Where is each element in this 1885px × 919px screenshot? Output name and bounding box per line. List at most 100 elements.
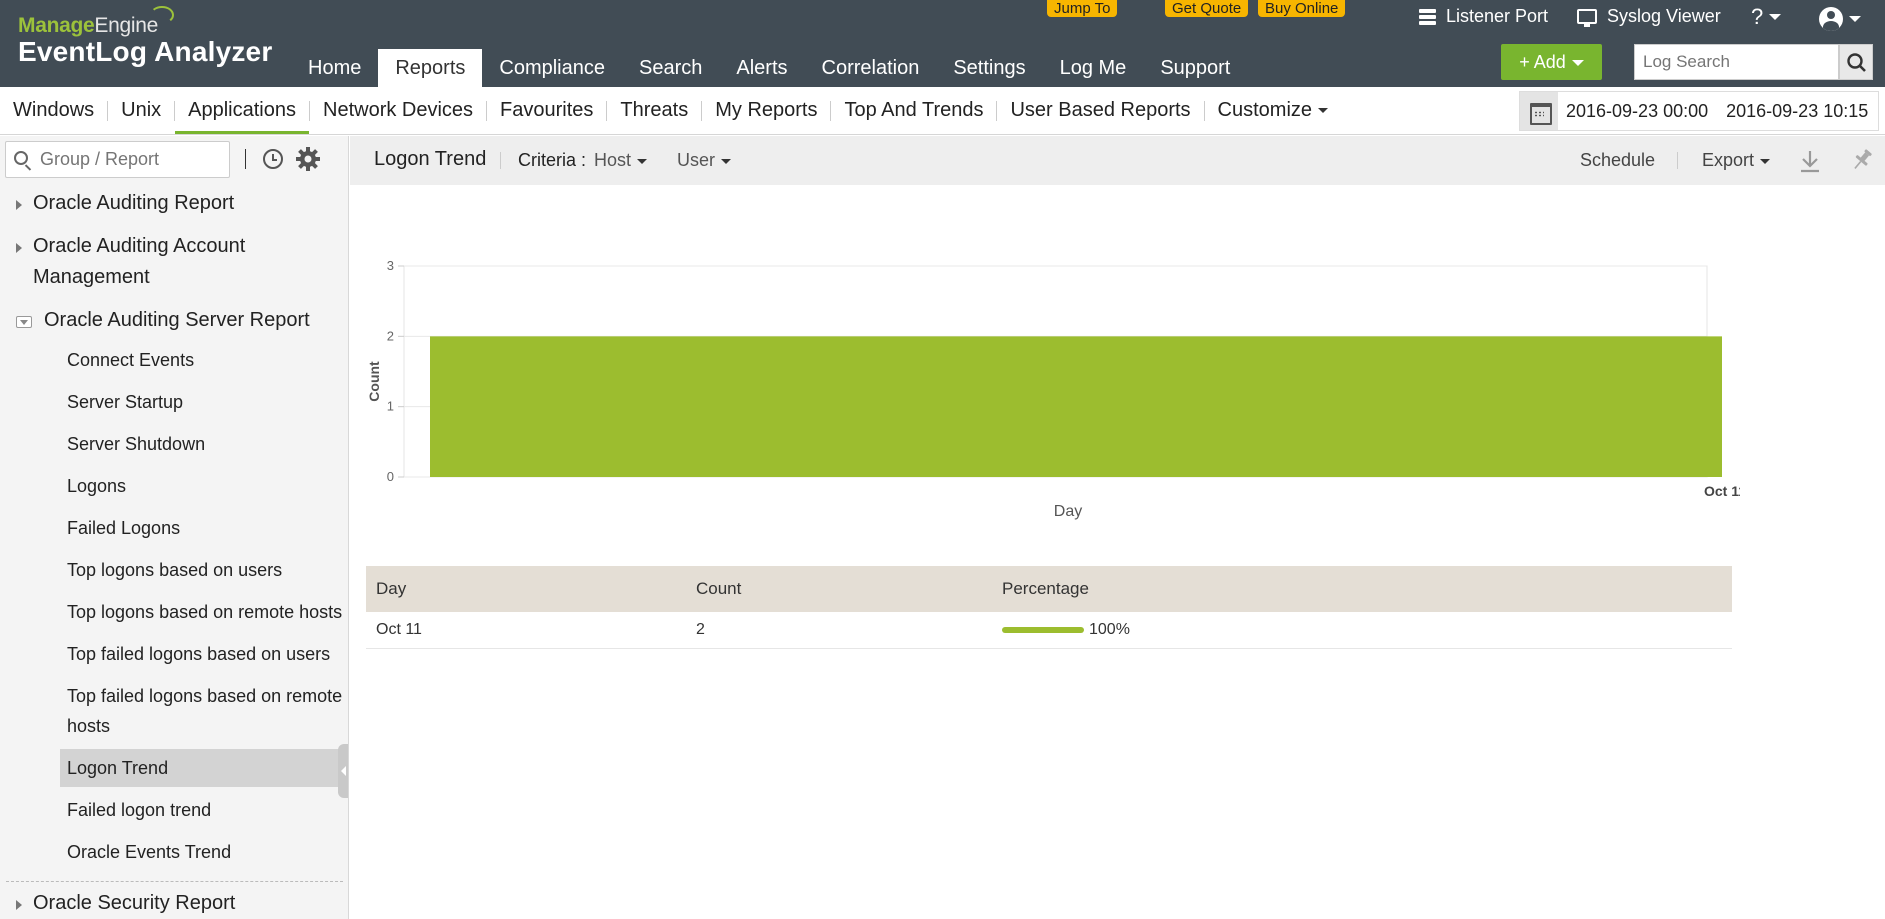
brand-name: ManageEngine	[18, 6, 272, 38]
expand-icon	[16, 200, 22, 210]
collapse-icon	[16, 316, 32, 328]
chevron-down-icon	[637, 158, 648, 164]
syslog-viewer-link[interactable]: Syslog Viewer	[1577, 6, 1721, 27]
divider	[245, 149, 246, 169]
x-axis-title: Day	[1054, 503, 1082, 520]
tree-item-oracle-events-trend[interactable]: Oracle Events Trend	[0, 837, 348, 867]
x-tick-label: Oct 11	[1704, 483, 1740, 499]
pin-icon[interactable]	[1850, 147, 1874, 173]
tree-item-top-failed-logons-remote-hosts[interactable]: Top failed logons based on remote hosts	[0, 681, 348, 741]
tab-my-reports[interactable]: My Reports	[702, 87, 830, 134]
schedule-button[interactable]: Schedule	[1580, 150, 1655, 171]
group-report-search-input[interactable]	[40, 142, 225, 177]
column-header-day[interactable]: Day	[366, 566, 686, 612]
tree-item-server-startup[interactable]: Server Startup	[0, 387, 348, 417]
tree-item-top-logons-remote-hosts[interactable]: Top logons based on remote hosts	[0, 597, 348, 627]
tab-customize[interactable]: Customize	[1205, 87, 1341, 134]
group-report-search[interactable]	[5, 141, 230, 178]
listener-port-link[interactable]: Listener Port	[1419, 6, 1548, 27]
divider	[1677, 152, 1678, 169]
nav-support[interactable]: Support	[1143, 49, 1247, 87]
nav-search[interactable]: Search	[622, 49, 719, 87]
add-button[interactable]: + Add	[1501, 44, 1602, 80]
sidebar-collapse-handle[interactable]	[338, 744, 348, 798]
nav-log-me[interactable]: Log Me	[1043, 49, 1144, 87]
tree-item-top-failed-logons-users[interactable]: Top failed logons based on users	[0, 639, 348, 669]
tab-favourites[interactable]: Favourites	[487, 87, 606, 134]
cell-day[interactable]: Oct 11	[366, 612, 686, 649]
jump-to-button[interactable]: Jump To	[1047, 0, 1118, 17]
search-icon	[14, 151, 28, 165]
tab-top-and-trends[interactable]: Top And Trends	[831, 87, 996, 134]
report-content: Logon Trend Criteria : Host User Schedul…	[350, 136, 1885, 919]
tree-group-oracle-auditing-server-report[interactable]: Oracle Auditing Server Report	[0, 305, 348, 336]
report-tree: Oracle Auditing Report Oracle Auditing A…	[0, 188, 348, 919]
table-row[interactable]: Oct 11 2 100%	[366, 612, 1732, 649]
nav-alerts[interactable]: Alerts	[719, 49, 804, 87]
tab-threats[interactable]: Threats	[607, 87, 701, 134]
nav-reports[interactable]: Reports	[378, 49, 483, 87]
nav-compliance[interactable]: Compliance	[482, 49, 622, 87]
product-name: EventLog Analyzer	[18, 36, 273, 67]
category-tabs-bar: Windows Unix Applications Network Device…	[0, 87, 1885, 135]
criteria-selector: Criteria : Host User	[518, 150, 732, 171]
chevron-down-icon	[1769, 14, 1782, 20]
clock-icon[interactable]	[263, 149, 283, 169]
table-header-row: Day Count Percentage	[366, 566, 1732, 612]
nav-home[interactable]: Home	[291, 49, 378, 87]
server-icon	[1419, 8, 1436, 25]
top-header: ManageEngine EventLog Analyzer Jump To G…	[0, 0, 1885, 87]
tab-network-devices[interactable]: Network Devices	[310, 87, 486, 134]
tree-item-logons[interactable]: Logons	[0, 471, 348, 501]
user-menu[interactable]	[1819, 7, 1861, 31]
log-search-input[interactable]	[1634, 44, 1839, 80]
chevron-down-icon	[1760, 158, 1771, 164]
report-tree-sidebar: Oracle Auditing Report Oracle Auditing A…	[0, 136, 349, 919]
date-from: 2016-09-23 00:00	[1566, 100, 1709, 121]
y-tick-label: 3	[387, 258, 394, 273]
tree-group-oracle-security-report[interactable]: Oracle Security Report	[0, 888, 348, 919]
log-search-button[interactable]	[1839, 44, 1873, 80]
gear-icon[interactable]	[296, 147, 320, 171]
get-quote-button[interactable]: Get Quote	[1165, 0, 1249, 17]
chevron-down-icon	[1318, 108, 1329, 114]
criteria-host-dropdown[interactable]: Host	[594, 150, 648, 171]
column-header-percentage[interactable]: Percentage	[992, 566, 1732, 612]
product-logo[interactable]: ManageEngine EventLog Analyzer	[18, 6, 273, 68]
tree-item-top-logons-users[interactable]: Top logons based on users	[0, 555, 348, 585]
tab-unix[interactable]: Unix	[108, 87, 174, 134]
calendar-icon[interactable]	[1520, 92, 1558, 130]
tree-item-server-shutdown[interactable]: Server Shutdown	[0, 429, 348, 459]
tree-group-oracle-auditing-account-management[interactable]: Oracle Auditing Account Management	[0, 231, 348, 293]
y-tick-label: 0	[387, 469, 394, 484]
buy-online-button[interactable]: Buy Online	[1258, 0, 1346, 17]
date-range-picker[interactable]: 2016-09-23 00:00 2016-09-23 10:15	[1519, 91, 1880, 131]
search-icon	[1847, 53, 1866, 72]
chevron-down-icon	[1849, 16, 1861, 22]
nav-settings[interactable]: Settings	[936, 49, 1042, 87]
tab-windows[interactable]: Windows	[0, 87, 107, 134]
report-title: Logon Trend	[374, 148, 487, 170]
divider	[500, 152, 501, 169]
help-menu[interactable]: ?	[1751, 4, 1782, 30]
date-to: 2016-09-23 10:15	[1726, 100, 1869, 121]
monitor-icon	[1577, 9, 1597, 27]
tree-item-connect-events[interactable]: Connect Events	[0, 345, 348, 375]
tree-group-oracle-auditing-report[interactable]: Oracle Auditing Report	[0, 188, 348, 219]
area-series	[430, 336, 1722, 477]
criteria-user-dropdown[interactable]: User	[677, 150, 732, 171]
tab-user-based-reports[interactable]: User Based Reports	[997, 87, 1203, 134]
column-header-count[interactable]: Count	[686, 566, 992, 612]
chevron-down-icon	[1571, 60, 1584, 67]
download-icon[interactable]	[1799, 148, 1821, 174]
y-axis-title: Count	[366, 361, 382, 402]
tree-item-failed-logon-trend[interactable]: Failed logon trend	[0, 795, 348, 825]
tab-applications[interactable]: Applications	[175, 87, 309, 134]
tree-item-failed-logons[interactable]: Failed Logons	[0, 513, 348, 543]
logon-trend-chart: 0 1 2 3 Oct 11 Day Count	[360, 236, 1746, 536]
export-dropdown[interactable]: Export	[1702, 150, 1771, 171]
nav-correlation[interactable]: Correlation	[805, 49, 937, 87]
divider	[6, 881, 343, 882]
tree-item-logon-trend[interactable]: Logon Trend	[60, 749, 348, 787]
expand-icon	[16, 900, 22, 910]
